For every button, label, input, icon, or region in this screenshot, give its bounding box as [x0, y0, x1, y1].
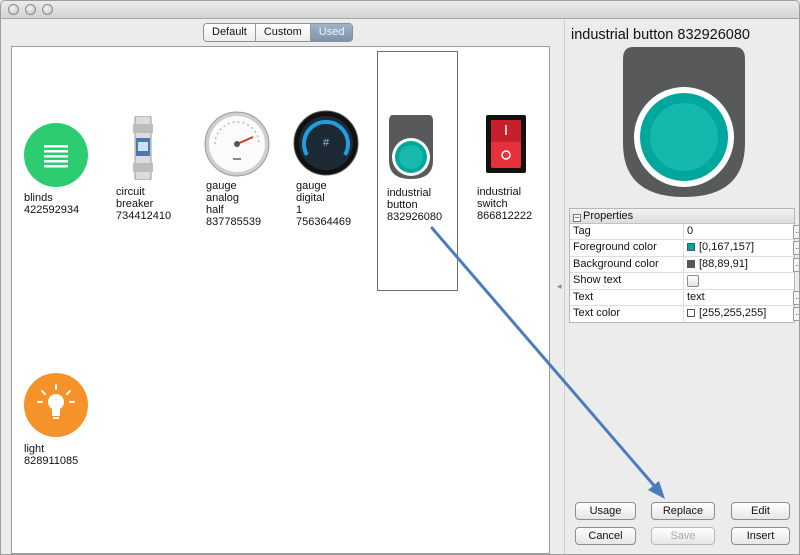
gallery-item-label: light 828911085	[24, 443, 79, 467]
property-value: [88,89,91]	[699, 257, 748, 270]
property-key: Background color	[573, 257, 659, 270]
property-key: Text	[573, 290, 594, 303]
gallery-item-label: gauge analog half 837785539	[206, 180, 262, 228]
collapse-icon[interactable]: −	[573, 214, 581, 222]
industrial-switch-icon	[486, 115, 526, 173]
light-bulb-icon	[24, 373, 88, 437]
color-swatch	[687, 243, 695, 252]
minimize-window-icon[interactable]	[25, 4, 36, 15]
gauge-analog-icon	[204, 111, 270, 177]
title-bar	[1, 1, 799, 19]
insert-button[interactable]: Insert	[731, 527, 790, 545]
industrial-button-preview-icon	[623, 47, 745, 197]
gallery-item-blinds[interactable]: blinds 422592934	[24, 123, 102, 223]
gallery-item-label: circuit breaker 734412410	[116, 186, 172, 222]
color-swatch	[687, 259, 695, 268]
properties-table: −Properties Tag 0 ... Foreground color […	[569, 208, 799, 324]
property-value: text	[687, 290, 705, 303]
property-value-cell[interactable]: 0 ...	[683, 224, 799, 240]
close-window-icon[interactable]	[8, 4, 19, 15]
tab-used[interactable]: Used	[310, 24, 353, 41]
property-row-tag: Tag 0 ...	[570, 224, 799, 241]
color-swatch	[687, 308, 695, 317]
property-row-show-text: Show text	[570, 273, 796, 290]
property-row-foreground-color: Foreground color [0,167,157] ...	[570, 240, 799, 257]
svg-text:#: #	[323, 137, 330, 149]
blinds-icon	[24, 123, 88, 187]
property-key: Text color	[573, 306, 621, 319]
property-value-cell[interactable]: [88,89,91] ...	[683, 256, 799, 273]
property-key: Foreground color	[573, 241, 657, 254]
ellipsis-button[interactable]: ...	[793, 225, 799, 239]
property-value: [0,167,157]	[699, 241, 755, 254]
gallery-item-label: blinds 422592934	[24, 192, 80, 216]
tab-bar: Default Custom Used	[203, 23, 354, 42]
ellipsis-button[interactable]: ...	[793, 241, 799, 256]
ellipsis-button[interactable]: ...	[793, 306, 799, 321]
property-row-text-color: Text color [255,255,255] ...	[570, 305, 799, 322]
property-value: 0	[687, 225, 694, 237]
tab-default[interactable]: Default	[204, 24, 256, 41]
save-button[interactable]: Save	[651, 527, 715, 545]
cancel-button[interactable]: Cancel	[575, 527, 636, 545]
asset-gallery: blinds 422592934 circuit breaker 7344124…	[11, 46, 550, 554]
property-value-cell[interactable]: [0,167,157] ...	[683, 240, 799, 257]
gauge-digital-icon: #	[293, 110, 359, 176]
gallery-item-label: industrial switch 866812222	[477, 186, 533, 222]
property-row-text: Text text ...	[570, 289, 799, 306]
gallery-item-label: industrial button 832926080	[387, 187, 443, 223]
property-value-cell	[683, 273, 796, 290]
gallery-item-industrial-button[interactable]: industrial button 832926080	[377, 51, 458, 291]
property-row-background-color: Background color [88,89,91] ...	[570, 256, 799, 274]
gallery-item-gauge-digital[interactable]: # gauge digital 1 756364469	[293, 110, 374, 230]
gallery-item-light[interactable]: light 828911085	[24, 373, 102, 473]
details-panel: industrial button 832926080 − Properties …	[564, 19, 799, 554]
gallery-item-gauge-analog[interactable]: gauge analog half 837785539	[204, 110, 284, 230]
splitter-handle[interactable]: ◂	[557, 281, 562, 292]
circuit-breaker-icon	[133, 116, 153, 180]
show-text-checkbox[interactable]	[687, 275, 699, 288]
properties-header[interactable]: − Properties	[570, 209, 794, 224]
asset-window: Default Custom Used blinds 422592934 cir…	[0, 0, 800, 555]
tab-custom[interactable]: Custom	[255, 24, 311, 41]
property-key: Show text	[573, 274, 622, 287]
property-value-cell[interactable]: [255,255,255] ...	[683, 305, 799, 322]
gallery-item-industrial-switch[interactable]: industrial switch 866812222	[477, 115, 555, 225]
property-value-cell[interactable]: text ...	[683, 289, 799, 306]
industrial-button-icon	[389, 115, 433, 179]
gallery-item-label: gauge digital 1 756364469	[296, 180, 352, 228]
replace-button[interactable]: Replace	[651, 502, 715, 520]
edit-button[interactable]: Edit	[731, 502, 790, 520]
property-value: [255,255,255]	[699, 306, 767, 319]
gallery-item-circuit-breaker[interactable]: circuit breaker 734412410	[116, 116, 194, 226]
preview-title: industrial button 832926080	[571, 27, 750, 43]
ellipsis-button[interactable]: ...	[793, 257, 799, 272]
property-key: Tag	[573, 225, 591, 237]
usage-button[interactable]: Usage	[575, 502, 636, 520]
ellipsis-button[interactable]: ...	[793, 290, 799, 305]
zoom-window-icon[interactable]	[42, 4, 53, 15]
